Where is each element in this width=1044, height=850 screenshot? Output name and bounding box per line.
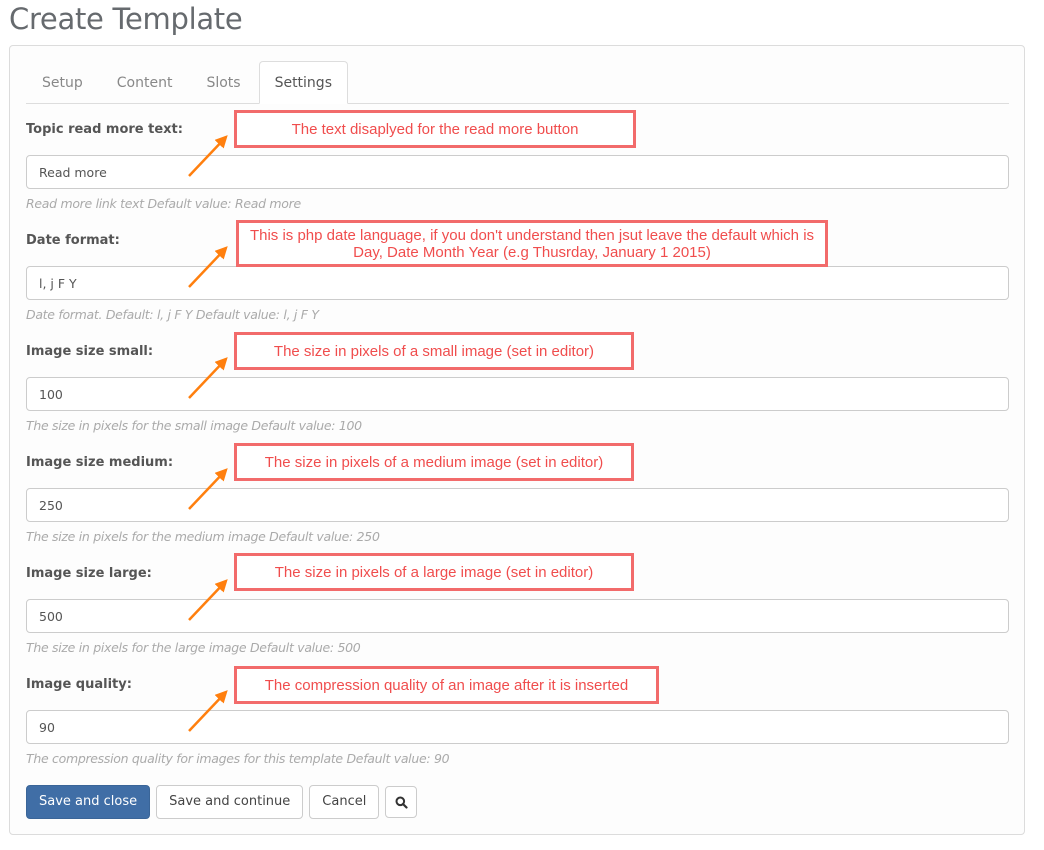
arrow-icon (188, 468, 228, 510)
arrow-icon (188, 135, 228, 732)
arrow-icon (188, 579, 228, 621)
arrow-icon (188, 690, 228, 732)
arrow-icon (188, 357, 228, 399)
arrow-icon (188, 135, 228, 177)
arrow-icon (188, 246, 228, 288)
